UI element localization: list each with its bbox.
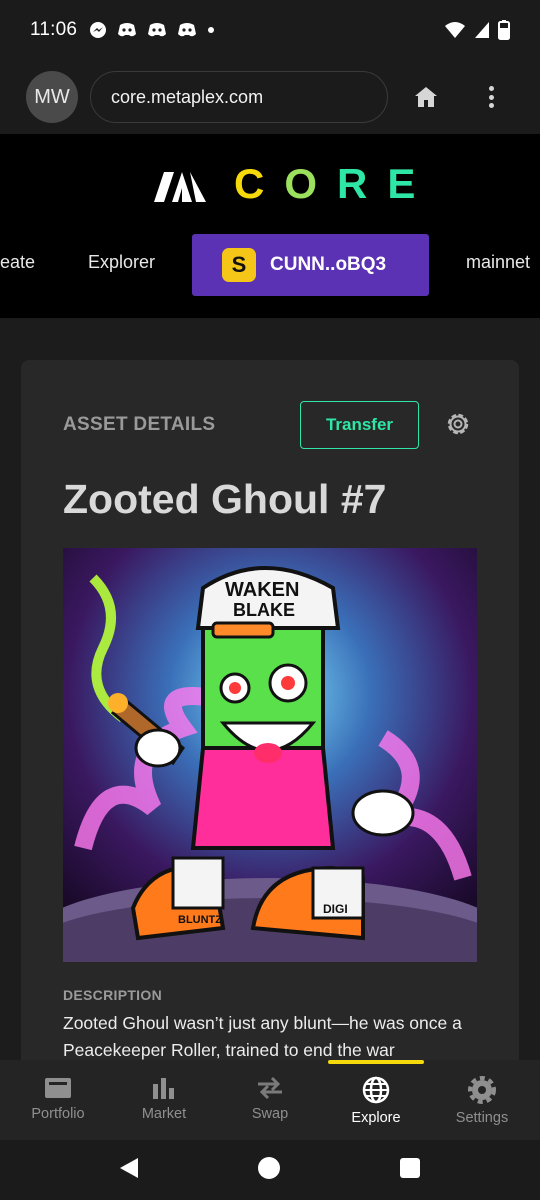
more-notifications-dot-icon	[208, 27, 215, 33]
bar-chart-icon	[153, 1078, 174, 1099]
hat-text-2: BLAKE	[233, 600, 295, 620]
asset-image: WAKEN BLAKE BLUNTZ DIGI	[63, 548, 477, 962]
shoe-text-right: DIGI	[323, 902, 348, 916]
site-nav: eate Explorer S CUNN..oBQ3 mainnet	[0, 234, 540, 296]
discord-icon	[178, 23, 197, 37]
menu-dot	[488, 94, 494, 100]
bottom-nav: Portfolio Market Swap Explore Settings	[0, 1060, 540, 1140]
nav-create-link[interactable]: eate	[0, 252, 35, 273]
status-right	[444, 20, 510, 40]
nav-swap[interactable]: Swap	[216, 1060, 324, 1140]
nav-swap-label: Swap	[251, 1106, 289, 1122]
wallet-button[interactable]: S CUNN..oBQ3	[192, 234, 429, 296]
logo-letter-r: R	[337, 160, 370, 207]
battery-icon	[498, 20, 510, 40]
logo-letter-e: E	[387, 160, 418, 207]
active-tab-indicator	[328, 1060, 424, 1064]
asset-description: Zooted Ghoul wasn’t just any blunt—he wa…	[63, 1013, 462, 1060]
swap-arrows-icon	[258, 1076, 282, 1100]
nav-settings[interactable]: Settings	[428, 1060, 536, 1140]
wifi-icon	[445, 22, 465, 38]
logo-letter-c: C	[234, 160, 267, 207]
status-bar: 11:06	[0, 0, 540, 60]
notification-icons	[89, 21, 215, 39]
logo-wordmark: C O R E	[234, 160, 417, 208]
home-circle-icon[interactable]	[258, 1157, 280, 1179]
messenger-icon	[90, 22, 107, 38]
asset-settings-button[interactable]	[444, 410, 472, 438]
status-time: 11:06	[30, 19, 78, 40]
menu-dot	[488, 103, 494, 108]
menu-dot	[488, 86, 494, 91]
nav-portfolio-label: Portfolio	[31, 1106, 85, 1122]
core-logo[interactable]: C O R E	[154, 160, 417, 207]
asset-details-label: ASSET DETAILS	[63, 414, 216, 435]
wallet-icon	[45, 1078, 71, 1098]
wallet-address: CUNN..oBQ3	[270, 254, 387, 275]
shoe-text-left: BLUNTZ	[178, 914, 222, 926]
profile-avatar[interactable]: MW	[26, 71, 78, 123]
network-selector[interactable]: mainnet	[466, 252, 530, 273]
nav-explore-label: Explore	[351, 1110, 401, 1126]
nav-market[interactable]: Market	[110, 1060, 218, 1140]
nav-explore[interactable]: Explore	[322, 1060, 430, 1140]
home-icon	[415, 87, 437, 107]
nav-market-label: Market	[141, 1106, 187, 1122]
wallet-provider-icon: S	[222, 248, 256, 282]
nav-explorer-link[interactable]: Explorer	[88, 252, 155, 273]
signal-icon	[475, 22, 489, 38]
back-icon[interactable]	[118, 1157, 140, 1179]
discord-icon	[148, 23, 167, 37]
url-field[interactable]: core.metaplex.com	[90, 71, 388, 123]
description-label: DESCRIPTION	[63, 987, 162, 1003]
logo-letter-o: O	[284, 160, 320, 207]
gear-icon	[447, 413, 469, 435]
recents-icon[interactable]	[400, 1158, 420, 1178]
nav-portfolio[interactable]: Portfolio	[4, 1060, 112, 1140]
home-button[interactable]	[412, 83, 440, 111]
gear-icon	[468, 1076, 496, 1104]
globe-icon	[362, 1076, 390, 1104]
metaplex-logo-icon	[154, 172, 206, 202]
nav-settings-label: Settings	[455, 1110, 509, 1126]
transfer-button[interactable]: Transfer	[300, 401, 419, 449]
browser-toolbar: MW core.metaplex.com	[0, 60, 540, 134]
hat-text-1: WAKEN	[225, 579, 299, 601]
overflow-menu-button[interactable]	[486, 83, 496, 111]
discord-icon	[118, 23, 137, 37]
asset-title: Zooted Ghoul #7	[63, 476, 387, 522]
